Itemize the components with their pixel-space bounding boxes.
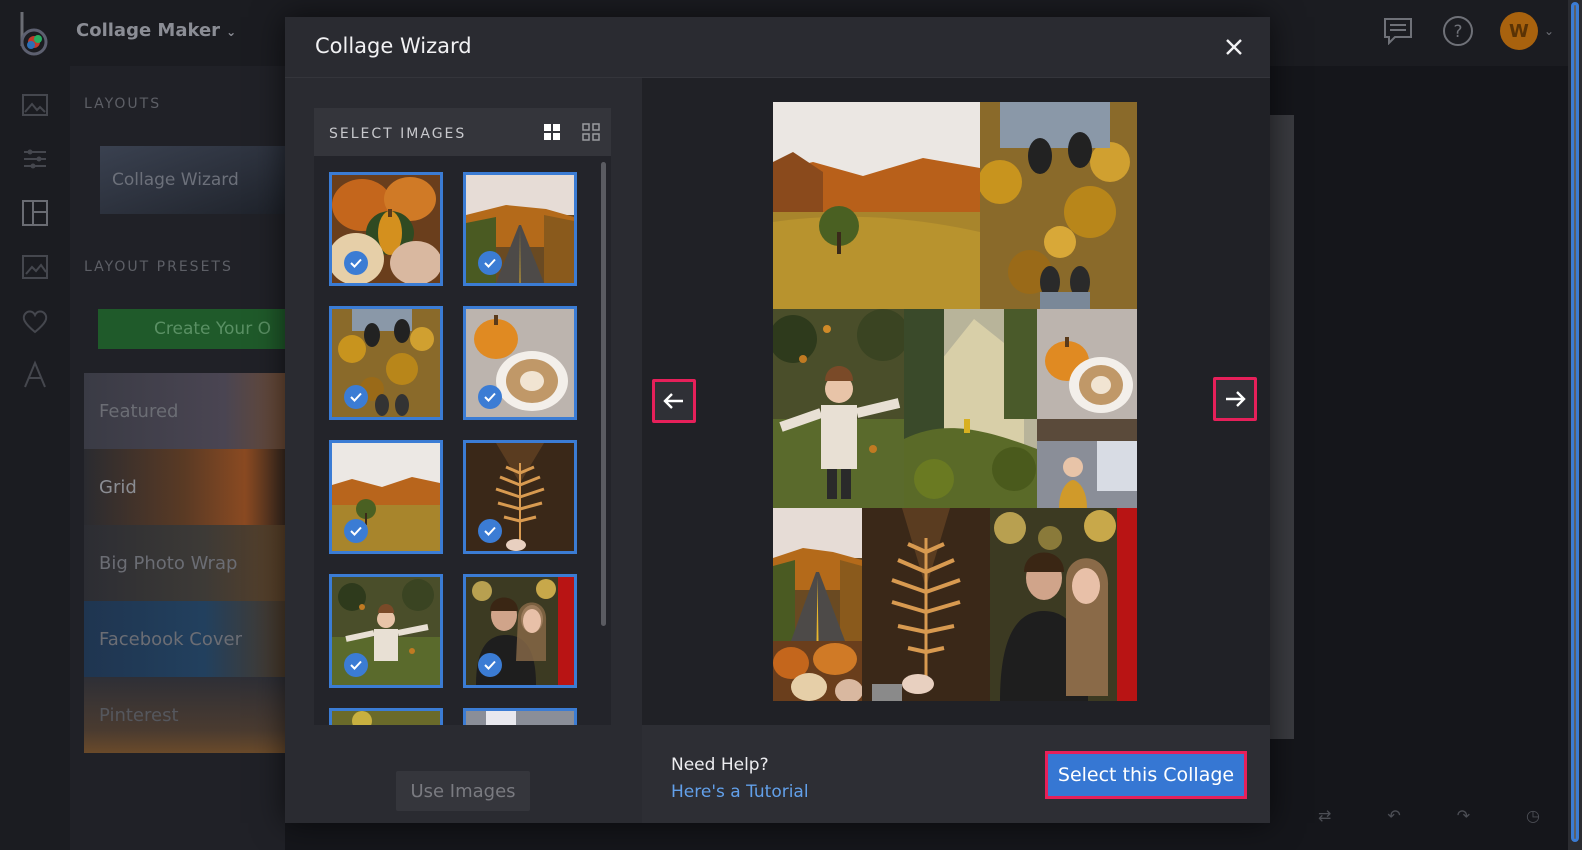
- app-logo[interactable]: [16, 10, 52, 56]
- preset-facebook-cover[interactable]: Facebook Cover: [84, 601, 285, 677]
- collage-cell-girl-in-leaves: [773, 309, 904, 508]
- text-icon[interactable]: [20, 360, 50, 390]
- image-thumbnail-pumpkins[interactable]: [329, 172, 443, 286]
- select-images-header: SELECT IMAGES: [314, 108, 611, 156]
- image-thumbnail-partial[interactable]: [329, 708, 443, 725]
- collage-cell-couple: [990, 508, 1137, 701]
- selected-check-icon: [478, 519, 502, 543]
- select-this-collage-label: Select this Collage: [1057, 764, 1235, 786]
- page-scrollbar[interactable]: [1568, 0, 1582, 850]
- preset-featured[interactable]: Featured: [84, 373, 285, 449]
- select-images-panel: SELECT IMAGES: [314, 108, 611, 725]
- collage-wizard-dialog: Collage Wizard SELECT IMAGES Use Images …: [285, 17, 1270, 823]
- selected-check-icon: [478, 251, 502, 275]
- selected-check-icon: [478, 385, 502, 409]
- collage-cell-train-window: [1037, 441, 1137, 508]
- image-thumbnail-girl-in-leaves[interactable]: [329, 574, 443, 688]
- chevron-down-icon: ⌄: [226, 25, 237, 39]
- collage-preview-area: [642, 78, 1270, 725]
- select-this-collage-button[interactable]: Select this Collage: [1045, 751, 1247, 799]
- collage-preview: [773, 102, 1137, 701]
- image-thumbnail-feet-in-leaves[interactable]: [329, 306, 443, 420]
- app-title-label: Collage Maker: [76, 20, 221, 41]
- need-help-label: Need Help?: [671, 755, 769, 775]
- previous-collage-button[interactable]: [652, 379, 696, 423]
- collage-cell-hiker: [904, 309, 1037, 508]
- graphics-icon[interactable]: [20, 252, 50, 282]
- selected-check-icon: [344, 653, 368, 677]
- image-thumbnail-partial[interactable]: [463, 708, 577, 725]
- selected-check-icon: [344, 385, 368, 409]
- image-thumbnail-autumn-road[interactable]: [463, 172, 577, 286]
- image-thumbnail-pumpkin-coffee[interactable]: [463, 306, 577, 420]
- selected-check-icon: [344, 251, 368, 275]
- preset-grid[interactable]: Grid: [84, 449, 285, 525]
- left-tool-rail: [0, 66, 70, 850]
- tutorial-link[interactable]: Here's a Tutorial: [671, 782, 809, 802]
- chevron-down-icon: ⌄: [1543, 24, 1554, 38]
- avatar: W: [1499, 12, 1538, 50]
- image-thumbnail-autumn-field[interactable]: [329, 440, 443, 554]
- dialog-title: Collage Wizard: [315, 34, 472, 58]
- large-grid-view-icon[interactable]: [542, 122, 562, 142]
- small-grid-view-icon[interactable]: [581, 122, 601, 142]
- image-thumbnail-fern-leaf[interactable]: [463, 440, 577, 554]
- selected-check-icon: [344, 519, 368, 543]
- collage-cell-pumpkin-coffee: [1037, 309, 1137, 441]
- app-title-menu[interactable]: Collage Maker ⌄: [76, 20, 236, 41]
- account-menu[interactable]: W ⌄: [1499, 12, 1554, 50]
- preset-big-photo-wrap[interactable]: Big Photo Wrap: [84, 525, 285, 601]
- svg-text:?: ?: [1453, 22, 1462, 42]
- comment-icon[interactable]: [1380, 13, 1416, 49]
- scrollbar-thumb[interactable]: [1571, 2, 1579, 842]
- collage-cell-fern-leaf: [862, 508, 990, 701]
- heart-icon[interactable]: [20, 306, 50, 336]
- undo-icon[interactable]: ↶: [1387, 806, 1400, 825]
- create-your-own-button[interactable]: Create Your O: [98, 309, 285, 349]
- redo-icon[interactable]: ↷: [1457, 806, 1470, 825]
- canvas-edge: [1270, 115, 1294, 739]
- collage-cell-feet-in-leaves: [980, 102, 1137, 309]
- collage-wizard-tile[interactable]: Collage Wizard: [100, 146, 285, 214]
- layouts-panel: LAYOUTS Collage Wizard LAYOUT PRESETS Cr…: [70, 66, 285, 850]
- image-thumbnail-couple[interactable]: [463, 574, 577, 688]
- dialog-footer: Need Help? Here's a Tutorial Select this…: [642, 725, 1270, 823]
- collage-cell-autumn-road: [773, 508, 862, 641]
- adjust-sliders-icon[interactable]: [20, 144, 50, 174]
- next-collage-button[interactable]: [1213, 377, 1257, 421]
- layout-icon[interactable]: [20, 198, 50, 228]
- select-images-heading: SELECT IMAGES: [329, 126, 467, 142]
- collage-cell-pumpkins: [773, 641, 862, 701]
- layouts-heading: LAYOUTS: [84, 96, 162, 112]
- preset-pinterest[interactable]: Pinterest: [84, 677, 285, 753]
- history-icon[interactable]: ◷: [1526, 806, 1540, 825]
- selected-check-icon: [478, 653, 502, 677]
- image-icon[interactable]: [20, 90, 50, 120]
- dialog-header: Collage Wizard: [285, 17, 1270, 78]
- close-icon[interactable]: [1222, 35, 1246, 59]
- arrow-right-icon: [1226, 391, 1246, 407]
- collage-cell-autumn-field: [773, 102, 980, 309]
- canvas-toolbar: ⇄ ↶ ↷ ◷: [1290, 790, 1568, 840]
- help-icon[interactable]: ?: [1440, 13, 1476, 49]
- use-images-button[interactable]: Use Images: [396, 771, 530, 811]
- arrow-left-icon: [663, 393, 683, 409]
- layout-presets-heading: LAYOUT PRESETS: [84, 259, 233, 275]
- swap-icon[interactable]: ⇄: [1318, 806, 1331, 825]
- thumbnail-scrollbar[interactable]: [601, 162, 606, 626]
- image-selection-column: SELECT IMAGES Use Images: [285, 78, 641, 823]
